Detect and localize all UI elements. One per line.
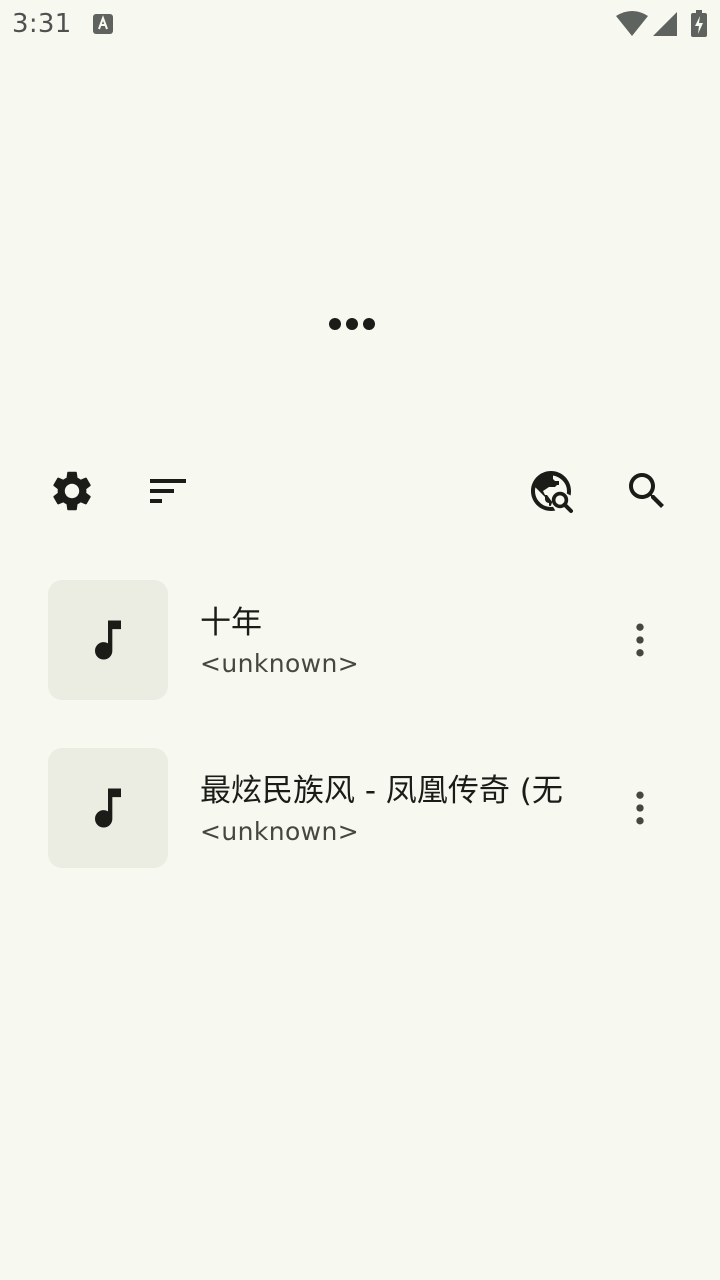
list-item[interactable]: 最炫民族风 - 凤凰传奇 (无 <unknown> xyxy=(0,748,720,868)
search-button[interactable] xyxy=(615,459,679,523)
status-time: 3:31 xyxy=(12,9,72,39)
web-search-icon xyxy=(531,471,573,513)
more-vertical-icon xyxy=(636,623,644,657)
song-artist: <unknown> xyxy=(200,649,360,678)
album-art xyxy=(48,580,168,700)
gear-icon xyxy=(53,471,91,511)
sort-icon xyxy=(150,479,186,503)
list-item[interactable]: 十年 <unknown> xyxy=(0,580,720,700)
status-bar: 3:31 xyxy=(0,0,720,48)
more-vertical-icon xyxy=(636,791,644,825)
music-player-screen: 3:31 十年 <unknown> 最炫民族风 - 凤凰传奇 (无 <unkno… xyxy=(0,0,720,1280)
search-icon xyxy=(629,473,664,508)
more-horizontal-icon[interactable] xyxy=(327,315,377,333)
music-note-icon xyxy=(95,788,121,828)
cell-signal-icon xyxy=(653,12,677,36)
song-title: 最炫民族风 - 凤凰传奇 (无 xyxy=(200,773,562,809)
song-menu-button[interactable] xyxy=(612,780,668,836)
a-text-notification-icon xyxy=(93,14,113,34)
music-note-icon xyxy=(95,620,121,660)
wifi-icon xyxy=(616,11,648,36)
sort-button[interactable] xyxy=(136,459,200,523)
battery-charging-icon xyxy=(691,10,707,37)
song-artist: <unknown> xyxy=(200,817,360,846)
song-menu-button[interactable] xyxy=(612,612,668,668)
album-art xyxy=(48,748,168,868)
song-title: 十年 xyxy=(200,605,262,641)
online-search-button[interactable] xyxy=(519,459,583,523)
settings-button[interactable] xyxy=(40,459,104,523)
